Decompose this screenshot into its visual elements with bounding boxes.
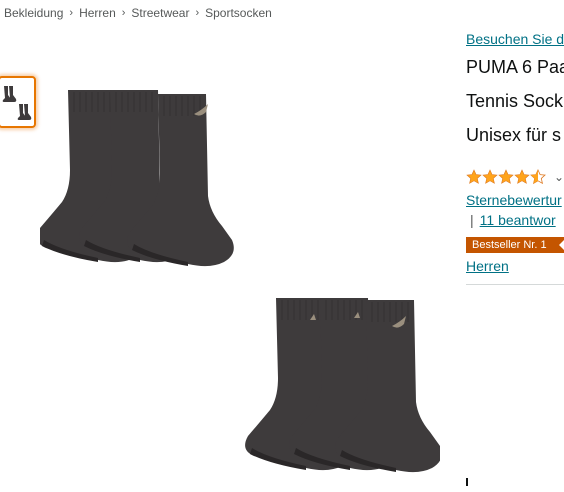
breadcrumb-sportsocken[interactable]: Sportsocken (205, 6, 272, 20)
cursor-mark (466, 478, 468, 486)
section-divider (466, 284, 564, 285)
breadcrumb-bekleidung[interactable]: Bekleidung (4, 6, 63, 20)
store-link[interactable]: Besuchen Sie de (466, 31, 564, 47)
product-info-column: Besuchen Sie de PUMA 6 Paa Tennis Sock U… (466, 0, 564, 492)
image-thumbnail-selected[interactable] (0, 76, 36, 128)
product-title-line-2: Tennis Sock (466, 91, 564, 111)
chevron-down-icon[interactable]: ⌄ (554, 170, 564, 184)
product-title-line-1: PUMA 6 Paa (466, 57, 564, 77)
ratings-count-link[interactable]: Sternebewertur (466, 192, 562, 208)
breadcrumb-streetwear[interactable]: Streetwear (131, 6, 189, 20)
divider-bar: | (470, 212, 474, 228)
socks-thumbnail-image (2, 86, 32, 120)
breadcrumb-separator: › (121, 7, 126, 19)
answered-questions-link[interactable]: 11 beantwor (480, 212, 556, 228)
breadcrumb-separator: › (69, 7, 74, 19)
star-rating-icon (466, 169, 546, 184)
bestseller-badge[interactable]: Bestseller Nr. 1 (466, 237, 564, 253)
breadcrumb-separator: › (195, 7, 200, 19)
breadcrumb-herren[interactable]: Herren (79, 6, 116, 20)
bestseller-category-link[interactable]: Herren (466, 258, 509, 274)
product-title-line-3: Unisex für s (466, 125, 562, 145)
star-rating[interactable]: ⌄ (466, 169, 564, 185)
answered-questions: | 11 beantwor (466, 212, 556, 228)
product-main-image[interactable] (40, 80, 440, 492)
breadcrumb: Bekleidung › Herren › Streetwear › Sport… (4, 6, 272, 20)
